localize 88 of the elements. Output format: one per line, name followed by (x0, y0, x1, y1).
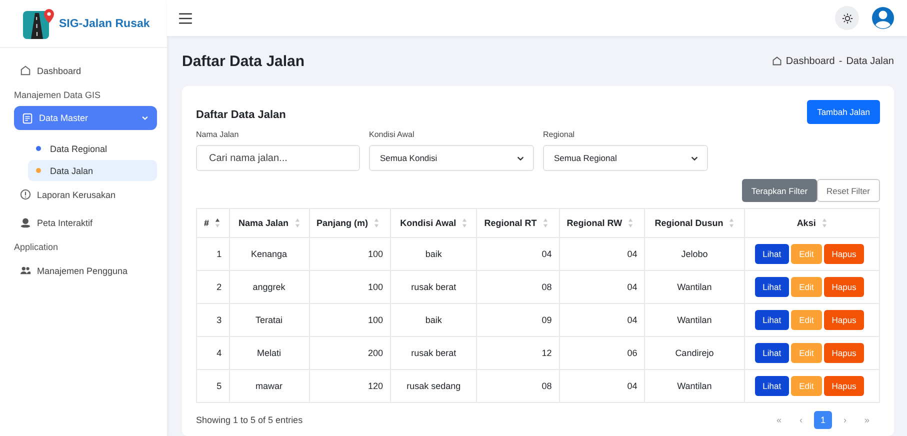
field-label: Nama Jalan (196, 130, 240, 139)
chevron-icon (141, 114, 149, 122)
column-header[interactable]: Panjang (m) (309, 208, 390, 238)
card-title: Daftar Data Jalan (196, 109, 286, 121)
column-header[interactable]: Nama Jalan (229, 208, 310, 238)
nav-section-label: Manajemen Data GIS (14, 89, 102, 102)
column-header[interactable]: Regional Dusun (644, 208, 744, 238)
nav-section-label: Application (14, 241, 60, 254)
document-icon (22, 112, 33, 124)
nav-item[interactable]: Peta Interaktif (14, 210, 157, 235)
table-cell: 100 (309, 270, 390, 304)
table-cell: Melati (229, 336, 310, 370)
table-cell: Wantilan (644, 270, 744, 304)
nav-item[interactable]: Dashboard (14, 58, 157, 83)
field-label: Regional (543, 130, 576, 139)
location-icon (20, 217, 31, 228)
table-cell: mawar (229, 370, 310, 402)
table-cell: 200 (309, 336, 390, 370)
table-cell: Teratai (229, 304, 310, 336)
bullet-dot (36, 146, 41, 151)
nav-group-item[interactable]: Data Master (14, 106, 157, 130)
table-cell: 09 (476, 304, 560, 336)
table-cell: 08 (476, 370, 560, 402)
logo-icon (23, 8, 55, 38)
view-button[interactable]: Lihat (754, 244, 790, 264)
view-button[interactable]: Lihat (754, 277, 790, 297)
breadcrumb-separator: - (838, 56, 842, 66)
users-icon (20, 265, 31, 276)
table-cell: 04 (559, 270, 645, 304)
table-cell: rusak berat (390, 336, 477, 370)
table-cell: 04 (559, 370, 645, 402)
apply-filter-button[interactable]: Terapkan Filter (742, 179, 817, 202)
table-cell: 08 (476, 270, 560, 304)
table-cell: 04 (559, 304, 645, 336)
table-cell: 100 (309, 238, 390, 270)
dropdown-field[interactable]: Semua Kondisi (369, 145, 534, 171)
entries-info: Showing 1 to 5 of 5 entries (196, 415, 303, 425)
sun-icon (842, 12, 852, 24)
column-header[interactable]: Regional RW (559, 208, 645, 238)
table-cell: Candirejo (644, 336, 744, 370)
nav-item[interactable]: Manajemen Pengguna (14, 258, 157, 283)
table-cell: 120 (309, 370, 390, 402)
table-cell: Wantilan (644, 304, 744, 336)
table-cell: 3 (196, 304, 230, 336)
table-cell: 1 (196, 238, 230, 270)
table-cell: Wantilan (644, 370, 744, 402)
table-cell: rusak sedang (390, 370, 477, 402)
column-header[interactable]: # (196, 208, 230, 238)
table-cell: baik (390, 238, 477, 270)
dropdown-field[interactable]: Semua Regional (543, 145, 708, 171)
table-cell: Kenanga (229, 238, 310, 270)
breadcrumb-current: Data Jalan (846, 56, 894, 66)
brand-name: SIG-Jalan Rusak (59, 18, 150, 30)
nav-subitem[interactable]: Data Regional (28, 138, 157, 159)
view-button[interactable]: Lihat (754, 343, 790, 363)
menu-icon (179, 12, 192, 24)
breadcrumb-link[interactable]: Dashboard (786, 56, 835, 66)
page-title: Daftar Data Jalan (182, 52, 305, 70)
table-cell: 4 (196, 336, 230, 370)
column-header[interactable]: Kondisi Awal (390, 208, 477, 238)
field-label: Kondisi Awal (369, 130, 416, 139)
table-cell: anggrek (229, 270, 310, 304)
table-cell: 04 (559, 238, 645, 270)
table-cell: 12 (476, 336, 560, 370)
reset-filter-button[interactable]: Reset Filter (816, 179, 880, 202)
view-button[interactable]: Lihat (754, 376, 790, 396)
nav-subitem[interactable]: Data Jalan (28, 160, 157, 181)
table-cell: 2 (196, 270, 230, 304)
table-cell: 06 (559, 336, 645, 370)
home-icon (772, 56, 782, 66)
theme-toggle-button[interactable] (835, 6, 859, 30)
table-cell: baik (390, 304, 477, 336)
table-cell: 5 (196, 370, 230, 402)
pagination-button[interactable]: 1 (814, 411, 832, 429)
column-header[interactable]: Aksi (744, 208, 880, 238)
table-cell: 100 (309, 304, 390, 336)
table-cell: 04 (476, 238, 560, 270)
add-button[interactable]: Tambah Jalan (807, 100, 880, 124)
view-button[interactable]: Lihat (754, 310, 790, 330)
search-field[interactable]: Cari nama jalan... (196, 145, 360, 171)
table-cell: Jelobo (644, 238, 744, 270)
table-cell: rusak berat (390, 270, 477, 304)
home-icon (20, 65, 31, 76)
column-header[interactable]: Regional RT (476, 208, 560, 238)
alert-icon (20, 189, 31, 200)
user-avatar-icon[interactable] (871, 6, 895, 30)
bullet-dot (36, 168, 41, 173)
nav-item[interactable]: Laporan Kerusakan (14, 182, 157, 207)
